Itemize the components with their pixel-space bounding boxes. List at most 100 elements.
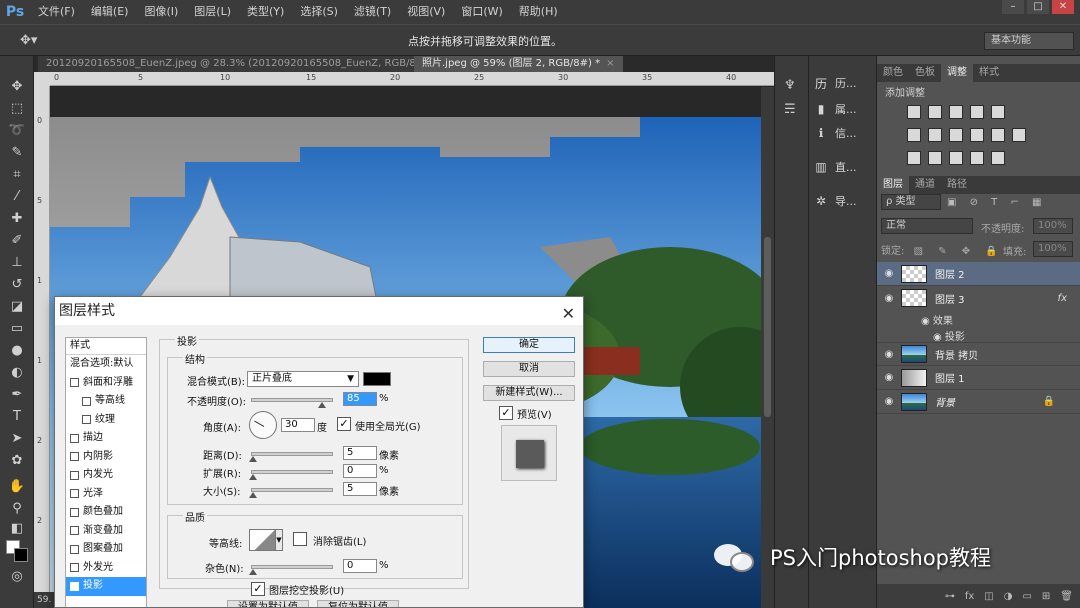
layer-filter-select[interactable]: ρ 类型 [881,194,941,210]
menu-layer[interactable]: 图层(L) [186,0,239,24]
trash-icon[interactable]: 🗑 [1060,591,1073,602]
style-item-blending-options[interactable]: 混合选项:默认 [66,355,146,374]
healing-brush-icon[interactable]: ✚ [7,210,27,228]
workspace-select[interactable]: 基本功能 [984,32,1074,50]
visibility-eye-icon[interactable]: ◉ [877,396,901,407]
dodge-tool-icon[interactable]: ◐ [7,364,27,382]
layer-row[interactable]: ◉ 图层 3 fx [877,286,1080,310]
color-balance-icon[interactable] [928,128,942,142]
brightness-icon[interactable] [907,105,921,119]
invert-icon[interactable] [907,151,921,165]
group-icon[interactable]: ▭ [1022,591,1031,602]
photo-filter-icon[interactable] [970,128,984,142]
style-item-inner-shadow[interactable]: 内阴影 [66,448,146,467]
fill-input[interactable]: 100% [1033,241,1073,257]
style-item-gradient-overlay[interactable]: 渐变叠加 [66,522,146,541]
styles-header[interactable]: 样式 [66,338,146,355]
effects-group[interactable]: ◉ 效果 [921,312,953,327]
layer-row[interactable]: ◉ 背景 🔒 [877,390,1080,414]
style-checkbox[interactable] [70,563,79,573]
visibility-eye-icon[interactable]: ◉ [877,293,901,304]
adjustment-layer-icon[interactable]: ◑ [1004,591,1013,602]
zoom-status[interactable]: 59. [34,592,54,608]
exposure-icon[interactable] [970,105,984,119]
tab-layers[interactable]: 图层 [877,176,909,194]
brush-settings-icon[interactable]: ☴ [784,102,796,117]
visibility-eye-icon[interactable]: ◉ [877,268,901,279]
default-colors-icon[interactable]: ◧ [7,520,27,538]
history-brush-icon[interactable]: ↺ [7,276,27,294]
style-checkbox[interactable] [70,378,79,388]
tab-paths[interactable]: 路径 [941,176,973,194]
dialog-close-icon[interactable]: ✕ [562,300,575,328]
lock-icons[interactable]: ▧ ✎ ✥ 🔒 [914,246,1004,257]
vibrance-icon[interactable] [991,105,1005,119]
tab-adjustments[interactable]: 调整 [941,64,973,82]
selective-color-icon[interactable] [991,151,1005,165]
size-slider[interactable] [249,488,333,498]
tab-styles[interactable]: 样式 [973,64,1005,82]
tab-swatches[interactable]: 色板 [909,64,941,82]
menu-type[interactable]: 类型(Y) [239,0,292,24]
style-item-bevel[interactable]: 斜面和浮雕 [66,374,146,393]
menu-image[interactable]: 图像(I) [136,0,186,24]
noise-slider[interactable] [249,565,333,575]
opacity-slider[interactable] [251,398,333,408]
zoom-tool-icon[interactable]: ⚲ [7,500,27,518]
gradient-map-icon[interactable] [970,151,984,165]
maximize-icon[interactable]: □ [1027,0,1049,14]
tab-euenz[interactable]: 20120920165508_EuenZ.jpeg @ 28.3% (20120… [38,56,451,72]
crop-tool-icon[interactable]: ⌗ [7,166,27,184]
shape-tool-icon[interactable]: ✿ [7,452,27,470]
angle-value-input[interactable]: 30 [281,418,315,432]
filter-icons[interactable]: ▣ ⊘ T ⌐ ▦ [947,197,1046,208]
spread-slider[interactable] [249,470,333,480]
style-item-color-overlay[interactable]: 颜色叠加 [66,503,146,522]
visibility-eye-icon[interactable]: ◉ [877,372,901,383]
marquee-tool-icon[interactable]: ⬚ [7,100,27,118]
style-checkbox[interactable] [70,507,79,517]
ok-button[interactable]: 确定 [483,337,575,353]
style-item-drop-shadow[interactable]: ✓ 投影 [66,577,146,596]
black-white-icon[interactable] [949,128,963,142]
blur-tool-icon[interactable]: ● [7,342,27,360]
canvas-scrollbar[interactable] [761,87,774,608]
style-item-pattern-overlay[interactable]: 图案叠加 [66,540,146,559]
style-item-stroke[interactable]: 描边 [66,429,146,448]
menu-view[interactable]: 视图(V) [399,0,453,24]
style-item-inner-glow[interactable]: 内发光 [66,466,146,485]
spread-value-input[interactable]: 0 [343,464,377,478]
opacity-value-input[interactable]: 85 [343,392,377,406]
size-value-input[interactable]: 5 [343,482,377,496]
opacity-input[interactable]: 100% [1033,218,1073,234]
panel-properties[interactable]: ▮ 属... [813,98,875,120]
style-checkbox[interactable] [70,489,79,499]
panel-history[interactable]: 历历... [813,72,875,94]
menu-file[interactable]: 文件(F) [30,0,83,24]
minimize-icon[interactable]: – [1002,0,1024,14]
hue-sat-icon[interactable] [907,128,921,142]
tab-color[interactable]: 颜色 [877,64,909,82]
color-lookup-icon[interactable] [1012,128,1026,142]
lasso-tool-icon[interactable]: ➰ [7,122,27,140]
style-item-outer-glow[interactable]: 外发光 [66,559,146,578]
menu-filter[interactable]: 滤镜(T) [346,0,399,24]
style-checkbox[interactable] [82,415,91,425]
visibility-eye-icon[interactable]: ◉ [877,349,901,360]
layer-row[interactable]: ◉ 背景 拷贝 [877,342,1080,366]
style-checkbox[interactable] [70,470,79,480]
horizontal-ruler[interactable]: 0 5 10 15 20 25 30 35 40 [50,72,774,86]
style-item-satin[interactable]: 光泽 [66,485,146,504]
global-light-checkbox[interactable]: ✓ [337,417,351,431]
slider-knob[interactable] [318,402,326,408]
move-tool-icon[interactable]: ✥ [7,78,27,96]
eraser-icon[interactable]: ◪ [7,298,27,316]
link-icon[interactable]: ⊶ [945,591,955,602]
angle-dial[interactable] [249,411,277,439]
brush-preset-icon[interactable]: ♆ [784,78,796,93]
slider-knob[interactable] [249,492,257,498]
pen-tool-icon[interactable]: ✒ [7,386,27,404]
menu-edit[interactable]: 编辑(E) [83,0,137,24]
move-tool-icon[interactable]: ✥▾ [20,33,37,48]
tab-channels[interactable]: 通道 [909,176,941,194]
